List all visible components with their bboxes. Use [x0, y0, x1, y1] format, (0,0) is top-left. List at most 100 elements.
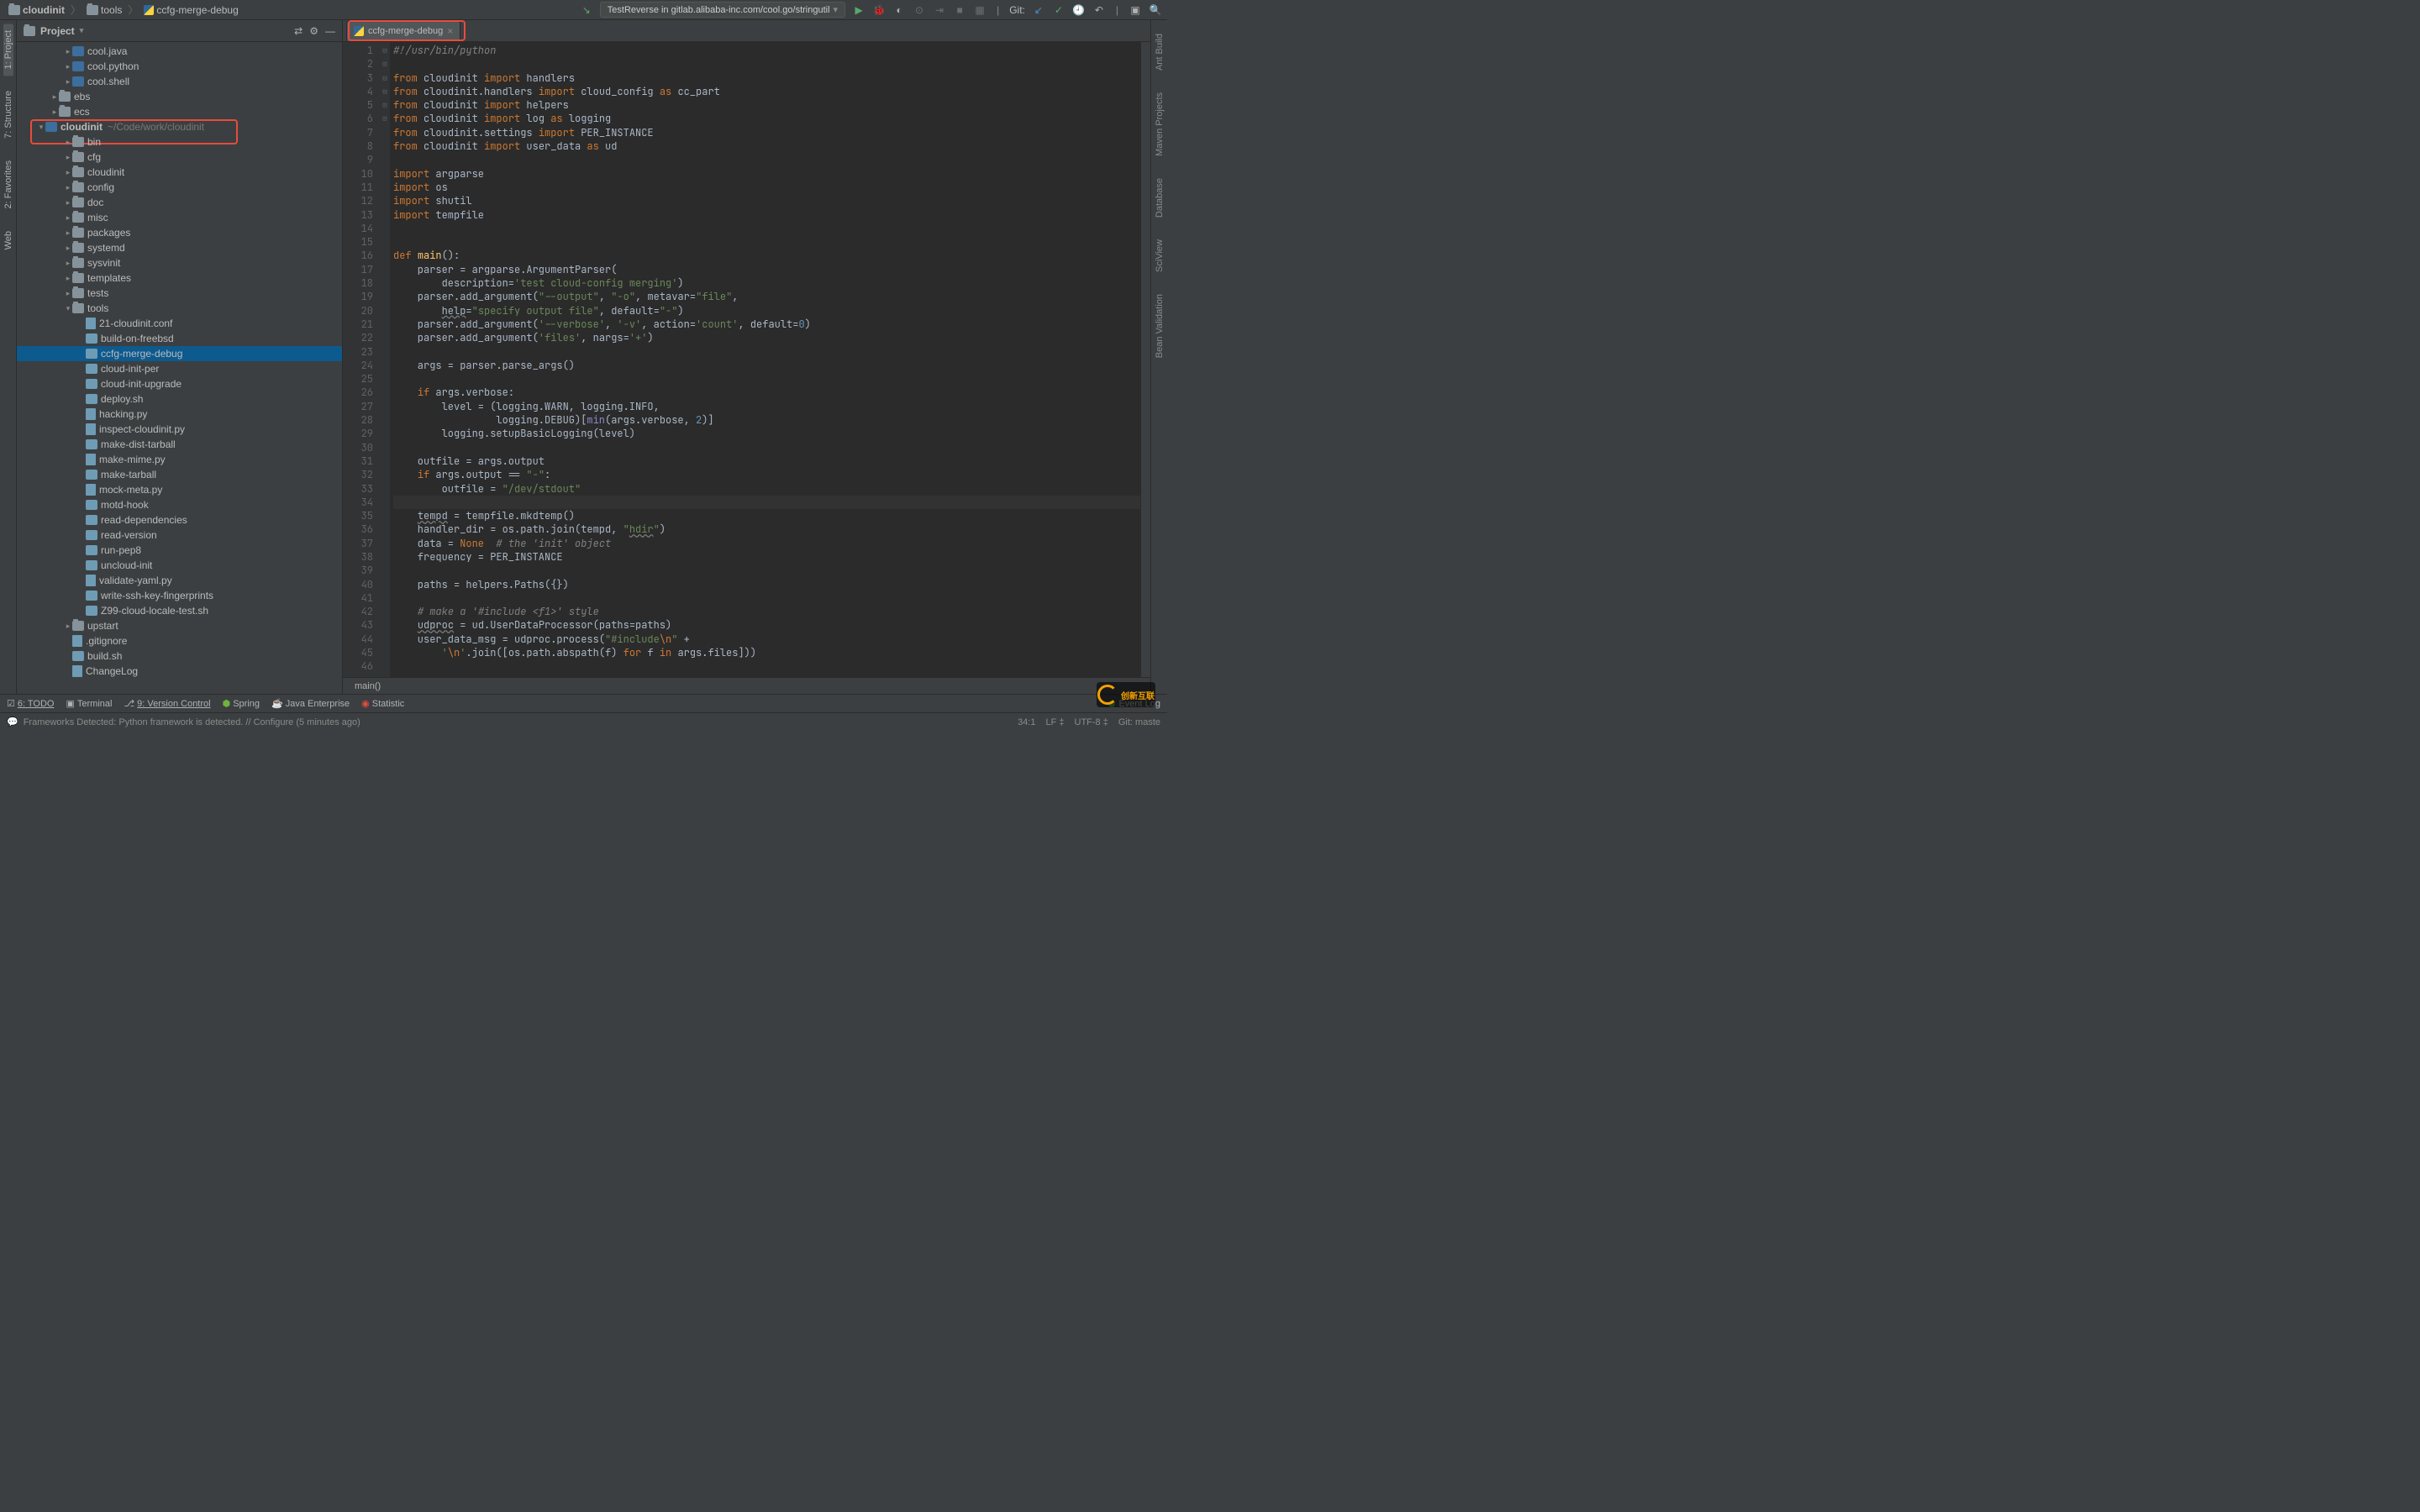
tree-item-ebs[interactable]: ▸ebs: [17, 89, 342, 104]
right-tool-sciview[interactable]: SciView: [1155, 233, 1165, 279]
search-icon[interactable]: 🔍: [1149, 3, 1162, 17]
tree-item-cloudinit[interactable]: ▾cloudinit~/Code/work/cloudinit: [17, 119, 342, 134]
tree-item-config[interactable]: ▸config: [17, 180, 342, 195]
debug-icon[interactable]: 🐞: [872, 3, 886, 17]
vcs-tool[interactable]: ⎇9: Version Control: [124, 698, 210, 709]
tree-item-inspectcloudinitpy[interactable]: inspect-cloudinit.py: [17, 422, 342, 437]
watermark-logo: 创新互联: [1097, 682, 1155, 707]
tree-item-systemd[interactable]: ▸systemd: [17, 240, 342, 255]
python-file-icon: [144, 5, 154, 15]
tree-item-gitignore[interactable]: .gitignore: [17, 633, 342, 648]
line-sep[interactable]: LF ‡: [1045, 717, 1064, 727]
run-config-label: TestReverse in gitlab.alibaba-inc.com/co…: [608, 5, 830, 15]
tree-item-coolpython[interactable]: ▸cool.python: [17, 59, 342, 74]
attach-icon[interactable]: ⇥: [933, 3, 946, 17]
left-tool-structure[interactable]: 7: Structure: [3, 84, 13, 145]
editor-tab[interactable]: ccfg-merge-debug ×: [346, 21, 460, 41]
tree-item-coolshell[interactable]: ▸cool.shell: [17, 74, 342, 89]
right-tool-database[interactable]: Database: [1155, 171, 1165, 224]
breadcrumb-file[interactable]: ccfg-merge-debug: [156, 4, 238, 16]
stop-icon[interactable]: ■: [953, 3, 966, 17]
editor-scroll-strip[interactable]: [1140, 42, 1150, 677]
tree-item-motdhook[interactable]: motd-hook: [17, 497, 342, 512]
tree-item-sysvinit[interactable]: ▸sysvinit: [17, 255, 342, 270]
tree-item-readdependencies[interactable]: read-dependencies: [17, 512, 342, 528]
tree-item-makedisttarball[interactable]: make-dist-tarball: [17, 437, 342, 452]
tree-item-cooljava[interactable]: ▸cool.java: [17, 44, 342, 59]
tree-item-runpep8[interactable]: run-pep8: [17, 543, 342, 558]
tree-item-maketarball[interactable]: make-tarball: [17, 467, 342, 482]
tree-item-misc[interactable]: ▸misc: [17, 210, 342, 225]
editor-breadcrumb[interactable]: main(): [343, 677, 1150, 694]
code-content[interactable]: #!/usr/bin/python from cloudinit import …: [390, 42, 1140, 677]
folder-icon: [87, 5, 98, 15]
todo-tool[interactable]: ☑6: TODO: [7, 698, 54, 709]
left-tool-web[interactable]: Web: [3, 224, 13, 256]
collapse-icon[interactable]: ⚙: [309, 25, 318, 37]
tree-item-cfg[interactable]: ▸cfg: [17, 150, 342, 165]
editor-area[interactable]: 1234567891011121314151617181920212223242…: [343, 42, 1150, 677]
git-branch[interactable]: Git: maste: [1118, 717, 1160, 727]
tree-item-writesshkeyfingerprints[interactable]: write-ssh-key-fingerprints: [17, 588, 342, 603]
close-icon[interactable]: ×: [447, 25, 453, 37]
tree-item-buildonfreebsd[interactable]: build-on-freebsd: [17, 331, 342, 346]
right-tool-beanvalidation[interactable]: Bean Validation: [1155, 287, 1165, 365]
spring-tool[interactable]: ⬢Spring: [223, 698, 260, 709]
right-tool-mavenprojects[interactable]: Maven Projects: [1155, 86, 1165, 163]
sidebar-title[interactable]: Project ▾: [24, 25, 83, 37]
tree-item-changelog[interactable]: ChangeLog: [17, 664, 342, 679]
tree-item-mockmetapy[interactable]: mock-meta.py: [17, 482, 342, 497]
git-commit-icon[interactable]: ✓: [1052, 3, 1065, 17]
tree-item-packages[interactable]: ▸packages: [17, 225, 342, 240]
tree-item-cloudinitper[interactable]: cloud-init-per: [17, 361, 342, 376]
tree-item-deploysh[interactable]: deploy.sh: [17, 391, 342, 407]
tree-item-21cloudinitconf[interactable]: 21-cloudinit.conf: [17, 316, 342, 331]
tree-item-validateyamlpy[interactable]: validate-yaml.py: [17, 573, 342, 588]
left-tool-project[interactable]: 1: Project: [3, 24, 13, 76]
breadcrumb[interactable]: cloudinit 〉 tools 〉 ccfg-merge-debug: [5, 3, 242, 18]
tree-item-cloudinitupgrade[interactable]: cloud-init-upgrade: [17, 376, 342, 391]
breadcrumb-folder[interactable]: tools: [101, 4, 122, 16]
revert-icon[interactable]: ↶: [1092, 3, 1106, 17]
run-config-selector[interactable]: TestReverse in gitlab.alibaba-inc.com/co…: [600, 2, 845, 18]
run-icon[interactable]: ▶: [852, 3, 865, 17]
git-update-icon[interactable]: ↙: [1032, 3, 1045, 17]
tree-item-tests[interactable]: ▸tests: [17, 286, 342, 301]
tree-item-doc[interactable]: ▸doc: [17, 195, 342, 210]
fold-gutter[interactable]: ⊟⊡⊟⊟⊡⊡: [380, 42, 390, 677]
layout-icon[interactable]: ▦: [973, 3, 986, 17]
build-icon[interactable]: ↘: [580, 3, 593, 17]
left-tool-favorites[interactable]: 2: Favorites: [3, 154, 13, 215]
tree-item-z99cloudlocaletestsh[interactable]: Z99-cloud-locale-test.sh: [17, 603, 342, 618]
coverage-icon[interactable]: ◐: [892, 3, 906, 17]
tree-item-cloudinit[interactable]: ▸cloudinit: [17, 165, 342, 180]
top-toolbar: cloudinit 〉 tools 〉 ccfg-merge-debug ↘ T…: [0, 0, 1167, 20]
caret-position[interactable]: 34:1: [1018, 717, 1035, 727]
tree-item-bin[interactable]: ▸bin: [17, 134, 342, 150]
tree-item-readversion[interactable]: read-version: [17, 528, 342, 543]
structure-icon[interactable]: ▣: [1128, 3, 1142, 17]
tree-item-ccfgmergedebug[interactable]: ccfg-merge-debug: [17, 346, 342, 361]
jee-tool[interactable]: ☕Java Enterprise: [271, 698, 350, 709]
tree-item-upstart[interactable]: ▸upstart: [17, 618, 342, 633]
tree-item-ecs[interactable]: ▸ecs: [17, 104, 342, 119]
tree-item-buildsh[interactable]: build.sh: [17, 648, 342, 664]
project-tree[interactable]: ▸cool.java▸cool.python▸cool.shell▸ebs▸ec…: [17, 42, 342, 694]
right-tool-antbuild[interactable]: Ant Build: [1155, 27, 1165, 77]
hide-icon[interactable]: —: [325, 25, 335, 37]
history-icon[interactable]: 🕘: [1072, 3, 1086, 17]
status-message[interactable]: Frameworks Detected: Python framework is…: [24, 717, 360, 727]
terminal-tool[interactable]: ▣Terminal: [66, 698, 112, 709]
tree-item-templates[interactable]: ▸templates: [17, 270, 342, 286]
profiler-icon[interactable]: ⊙: [913, 3, 926, 17]
notification-icon[interactable]: 💬: [7, 717, 18, 727]
tree-item-tools[interactable]: ▾tools: [17, 301, 342, 316]
tree-item-uncloudinit[interactable]: uncloud-init: [17, 558, 342, 573]
encoding[interactable]: UTF-8 ‡: [1075, 717, 1108, 727]
tree-item-hackingpy[interactable]: hacking.py: [17, 407, 342, 422]
breadcrumb-root[interactable]: cloudinit: [23, 4, 65, 16]
statistic-tool[interactable]: ◉Statistic: [361, 698, 404, 709]
tree-item-makemimepy[interactable]: make-mime.py: [17, 452, 342, 467]
tab-label: ccfg-merge-debug: [368, 26, 443, 36]
scroll-from-source-icon[interactable]: ⇄: [294, 25, 302, 37]
